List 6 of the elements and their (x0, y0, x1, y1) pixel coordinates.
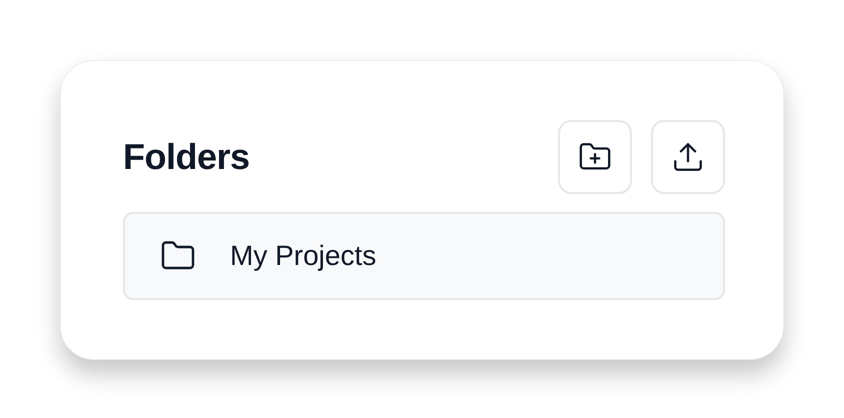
upload-icon (671, 140, 705, 174)
new-folder-button[interactable] (558, 120, 632, 194)
folder-item[interactable]: My Projects (123, 212, 725, 300)
panel-title: Folders (123, 136, 250, 178)
upload-button[interactable] (651, 120, 725, 194)
folder-name: My Projects (230, 240, 376, 272)
